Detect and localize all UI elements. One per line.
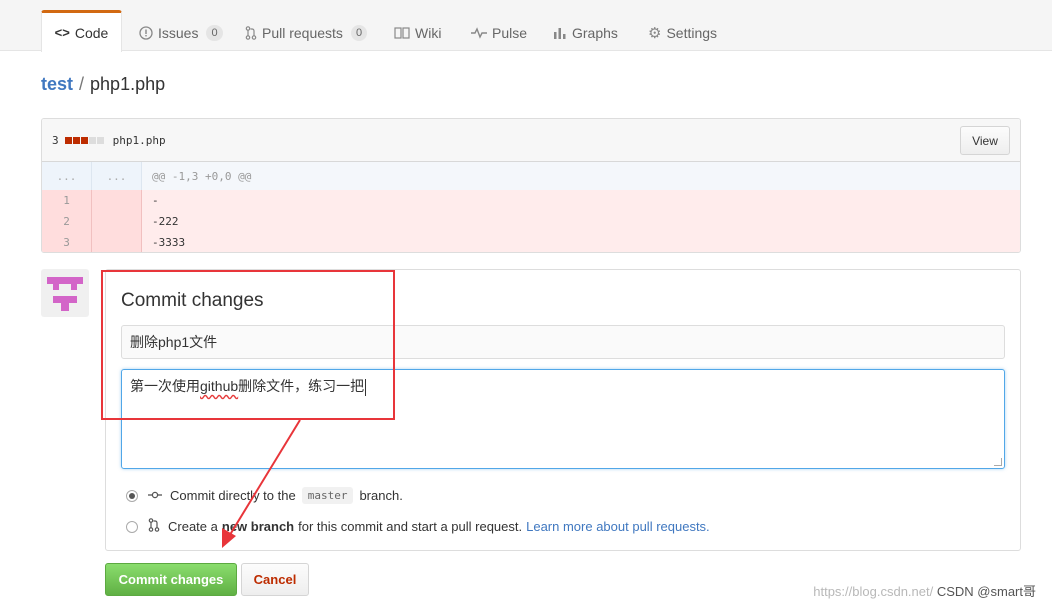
line-number[interactable]: 3 [42, 232, 92, 252]
code-icon: <> [54, 25, 70, 40]
hunk-header-row: ... ... @@ -1,3 +0,0 @@ [42, 162, 1020, 190]
diff-line: 3 -3333 [42, 232, 1020, 252]
hunk-header-text: @@ -1,3 +0,0 @@ [152, 169, 252, 183]
new-branch-bold: new branch [221, 519, 295, 534]
tab-code[interactable]: <> Code [41, 10, 122, 52]
breadcrumb-file: php1.php [90, 74, 166, 94]
line-number-new [92, 211, 142, 232]
watermark-text: CSDN @smart哥 [936, 584, 1036, 599]
new-branch-radio[interactable] [126, 520, 138, 533]
line-number-new [92, 190, 142, 211]
issue-icon [139, 25, 153, 40]
line-number[interactable]: 2 [42, 211, 92, 232]
view-file-button[interactable]: View [960, 126, 1010, 155]
new-branch-text: Create a [168, 519, 218, 534]
line-code: - [152, 194, 159, 207]
pulse-icon [471, 26, 487, 39]
line-number-new [92, 232, 142, 252]
tab-pulse-label: Pulse [492, 24, 528, 41]
diff-line: 2 -222 [42, 211, 1020, 232]
tab-issues[interactable]: Issues 0 [139, 14, 223, 51]
pull-request-icon [245, 25, 257, 40]
issues-count-badge: 0 [206, 24, 223, 41]
tab-pull-requests[interactable]: Pull requests 0 [245, 14, 368, 51]
tab-graphs-label: Graphs [572, 24, 618, 41]
diffstat: 3 [52, 134, 105, 147]
breadcrumb: test / php1.php [41, 74, 165, 95]
tab-wiki[interactable]: Wiki [394, 14, 441, 51]
breadcrumb-separator: / [79, 74, 85, 94]
line-code: -222 [152, 215, 179, 228]
diff-file-header: 3 php1.php View [42, 119, 1020, 162]
commit-directly-option[interactable]: Commit directly to the master branch. [126, 487, 403, 504]
gear-icon: ⚙ [648, 24, 662, 42]
watermark-url: https://blog.csdn.net/ [813, 584, 934, 599]
tab-settings[interactable]: ⚙ Settings [648, 14, 717, 51]
annotation-highlight-box [101, 270, 395, 420]
graph-icon [553, 26, 567, 40]
hunk-expand-left[interactable]: ... [42, 162, 92, 190]
commit-directly-radio[interactable] [126, 489, 138, 502]
branch-name: master [301, 487, 354, 504]
new-branch-option[interactable]: Create a new branch for this commit and … [126, 518, 710, 535]
tab-code-label: Code [74, 24, 109, 41]
hunk-expand-right[interactable]: ... [92, 162, 142, 190]
commit-directly-text-after: branch. [359, 488, 403, 503]
commit-icon [148, 489, 162, 503]
tab-settings-label: Settings [666, 24, 718, 41]
tab-graphs[interactable]: Graphs [553, 14, 618, 51]
repo-tab-bar: <> Code Issues 0 Pull requests 0 Wiki Pu… [0, 0, 1052, 52]
watermark: https://blog.csdn.net/ CSDN @smart哥 [813, 581, 1036, 600]
line-code: -3333 [152, 236, 186, 249]
tab-pull-requests-label: Pull requests [262, 24, 343, 41]
diff-file: 3 php1.php View ... ... @@ -1,3 +0,0 @@ … [41, 118, 1021, 253]
pull-request-icon [148, 518, 160, 535]
book-icon [394, 26, 410, 39]
tab-wiki-label: Wiki [415, 24, 442, 41]
tab-pulse[interactable]: Pulse [471, 14, 527, 51]
diff-file-name: php1.php [112, 133, 166, 147]
tab-issues-label: Issues [158, 24, 199, 41]
avatar [41, 269, 89, 317]
diff-line: 1 - [42, 190, 1020, 211]
cancel-button[interactable]: Cancel [241, 563, 309, 596]
learn-more-link[interactable]: Learn more about pull requests. [526, 519, 710, 534]
diffstat-count: 3 [52, 133, 59, 147]
breadcrumb-repo-link[interactable]: test [41, 74, 73, 95]
new-branch-text-after: for this commit and start a pull request… [298, 519, 523, 534]
line-number[interactable]: 1 [42, 190, 92, 211]
resize-handle[interactable] [994, 458, 1002, 466]
commit-changes-button[interactable]: Commit changes [105, 563, 237, 596]
pull-requests-count-badge: 0 [350, 24, 368, 41]
commit-directly-text: Commit directly to the [170, 488, 296, 503]
